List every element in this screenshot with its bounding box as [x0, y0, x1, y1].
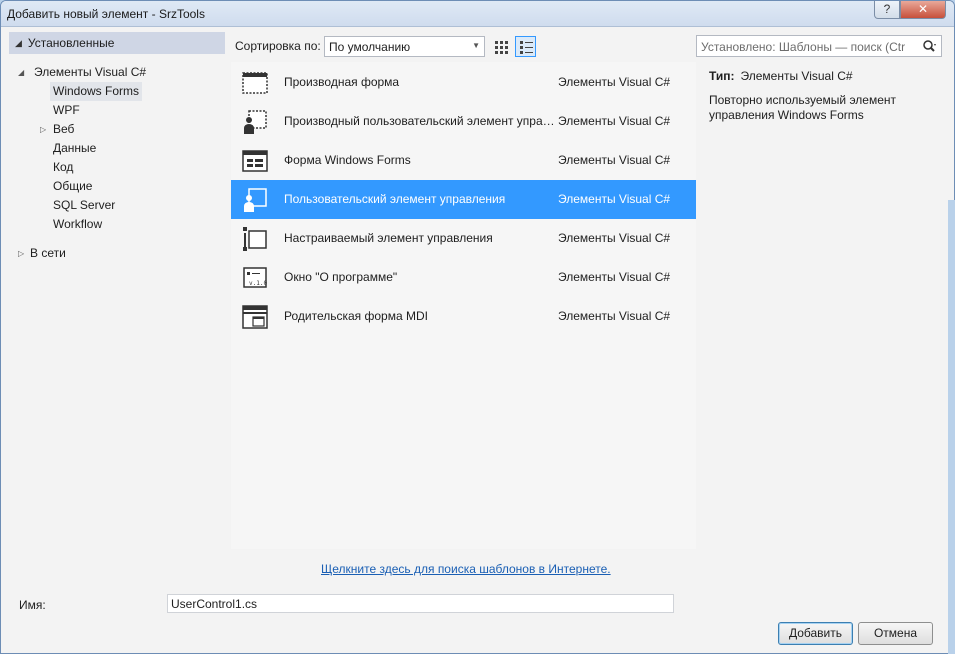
item-category: Элементы Visual C# — [558, 309, 671, 323]
name-input[interactable]: UserControl1.cs — [167, 594, 674, 613]
info-type-value: Элементы Visual C# — [740, 69, 853, 83]
item-name: Производная форма — [284, 75, 400, 89]
collapsed-arrow-icon[interactable]: ▷ — [40, 120, 46, 139]
sort-dropdown[interactable]: По умолчанию ▼ — [324, 36, 485, 57]
tree-item-sql-server[interactable]: SQL Server — [9, 196, 225, 215]
sort-label: Сортировка по: — [235, 39, 321, 53]
add-button[interactable]: Добавить — [778, 622, 853, 645]
template-tree: ◢ Элементы Visual C# Windows Forms WPF ▷… — [9, 63, 225, 263]
window-title: Добавить новый элемент - SrzTools — [7, 7, 205, 21]
tree-item-data[interactable]: Данные — [9, 139, 225, 158]
inherited-user-control-icon — [244, 110, 267, 134]
list-view-button[interactable] — [515, 36, 536, 57]
tree-item-label: WPF — [53, 103, 80, 117]
list-view-icon — [519, 40, 533, 54]
name-label: Имя: — [19, 598, 46, 612]
item-name: Пользовательский элемент управления — [284, 192, 506, 206]
list-item-user-control[interactable]: Пользовательский элемент управления Элем… — [231, 180, 696, 219]
item-category: Элементы Visual C# — [558, 270, 671, 284]
info-description: Повторно используемый элемент управления… — [709, 93, 897, 122]
info-type-label: Тип: — [709, 69, 735, 83]
list-item-mdi-parent-form[interactable]: Родительская форма MDI Элементы Visual C… — [231, 297, 696, 336]
template-search-input[interactable]: Установлено: Шаблоны — поиск (Ctr — [696, 35, 942, 57]
list-item-inherited-user-control[interactable]: Производный пользовательский элемент упр… — [231, 102, 696, 141]
search-placeholder: Установлено: Шаблоны — поиск (Ctr — [701, 40, 906, 54]
expanded-arrow-icon[interactable]: ◢ — [18, 63, 24, 82]
collapse-arrow-icon: ◢ — [15, 37, 22, 48]
item-name: Окно "О программе" — [284, 270, 398, 284]
close-button[interactable]: ✕ — [900, 1, 946, 19]
background-edge — [948, 200, 955, 654]
info-type: Тип: Элементы Visual C# — [709, 69, 853, 83]
sort-value: По умолчанию — [329, 40, 411, 54]
item-category: Элементы Visual C# — [558, 153, 671, 167]
item-category: Элементы Visual C# — [558, 114, 671, 128]
item-category: Элементы Visual C# — [558, 192, 671, 206]
installed-header-label: Установленные — [27, 36, 115, 50]
list-item-inherited-form[interactable]: Производная форма Элементы Visual C# — [231, 63, 696, 102]
tree-item-label: В сети — [30, 246, 66, 260]
tree-item-label: Элементы Visual C# — [34, 65, 147, 79]
list-item-about-box[interactable]: v.1.0 Окно "О программе" Элементы Visual… — [231, 258, 696, 297]
inherited-form-icon — [242, 72, 268, 94]
help-button[interactable]: ? — [874, 1, 900, 19]
tree-item-web[interactable]: ▷ Веб — [9, 120, 225, 139]
search-icon[interactable] — [922, 39, 938, 53]
tree-item-label: Windows Forms — [50, 82, 143, 101]
tree-item-visual-csharp[interactable]: ◢ Элементы Visual C# — [9, 63, 225, 82]
small-icons-view-button[interactable] — [490, 36, 511, 57]
item-category: Элементы Visual C# — [558, 75, 671, 89]
tree-item-online[interactable]: ▷ В сети — [9, 244, 225, 263]
item-name: Настраиваемый элемент управления — [284, 231, 493, 245]
title-bar: Добавить новый элемент - SrzTools ? ✕ — [1, 1, 954, 27]
mdi-parent-form-icon — [242, 305, 268, 329]
tree-item-label: Веб — [53, 122, 75, 136]
list-item-custom-control[interactable]: Настраиваемый элемент управления Элемент… — [231, 219, 696, 258]
tree-item-label: SQL Server — [53, 198, 116, 212]
tree-item-general[interactable]: Общие — [9, 177, 225, 196]
list-item-windows-form[interactable]: Форма Windows Forms Элементы Visual C# — [231, 141, 696, 180]
item-name: Родительская форма MDI — [284, 309, 428, 323]
windows-form-icon — [242, 150, 268, 172]
add-new-item-dialog: Добавить новый элемент - SrzTools ? ✕ ◢ … — [0, 0, 955, 654]
about-box-icon: v.1.0 — [243, 267, 267, 288]
tree-item-label: Workflow — [53, 217, 103, 231]
tree-item-code[interactable]: Код — [9, 158, 225, 177]
tree-item-windows-forms[interactable]: Windows Forms — [9, 82, 225, 101]
cancel-button[interactable]: Отмена — [858, 622, 933, 645]
tree-item-workflow[interactable]: Workflow — [9, 215, 225, 234]
tree-item-wpf[interactable]: WPF — [9, 101, 225, 120]
template-list: Производная форма Элементы Visual C# Про… — [231, 62, 696, 549]
item-name: Производный пользовательский элемент упр… — [284, 114, 558, 128]
svg-text:v.1.0: v.1.0 — [249, 280, 267, 287]
tree-item-label: Данные — [53, 141, 97, 155]
installed-header[interactable]: ◢ Установленные — [9, 32, 225, 54]
tree-item-label: Код — [53, 160, 74, 174]
item-name: Форма Windows Forms — [284, 153, 411, 167]
online-templates-link[interactable]: Щелкните здесь для поиска шаблонов в Инт… — [321, 562, 611, 576]
tree-item-label: Общие — [53, 179, 93, 193]
dropdown-arrow-icon: ▼ — [472, 41, 480, 50]
grid-view-icon — [494, 40, 508, 54]
custom-control-icon — [243, 227, 267, 251]
item-category: Элементы Visual C# — [558, 231, 671, 245]
user-control-icon — [244, 188, 267, 212]
collapsed-arrow-icon[interactable]: ▷ — [18, 244, 24, 263]
